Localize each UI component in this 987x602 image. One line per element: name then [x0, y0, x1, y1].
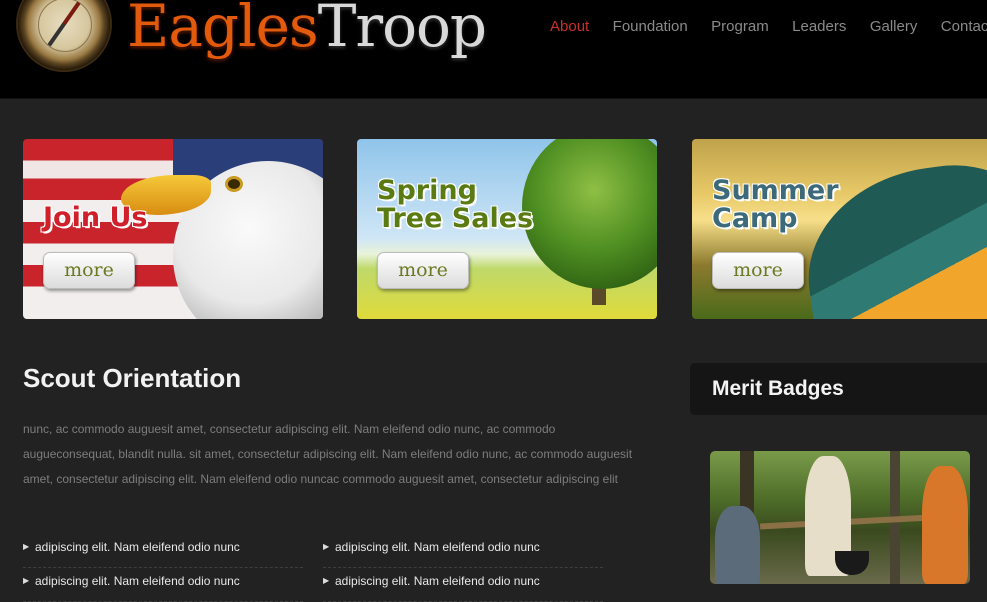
- nav-leaders[interactable]: Leaders: [792, 18, 846, 35]
- more-button[interactable]: more: [377, 252, 469, 289]
- banner-spring-tree-sales[interactable]: Spring Tree Sales more: [357, 139, 657, 319]
- link-list-right: ▶ adipiscing elit. Nam eleifend odio nunc…: [323, 534, 603, 602]
- nav-about[interactable]: About: [550, 18, 589, 35]
- list-item-label: adipiscing elit. Nam eleifend odio nunc: [35, 540, 240, 554]
- list-item[interactable]: ▶ adipiscing elit. Nam eleifend odio nunc: [323, 534, 603, 568]
- eagle-eye: [228, 179, 240, 189]
- sidebar-heading: Merit Badges: [712, 377, 844, 400]
- compass-logo-icon: [18, 0, 110, 70]
- merit-badges-photo[interactable]: [710, 451, 970, 584]
- more-button[interactable]: more: [712, 252, 804, 289]
- banner-join-us[interactable]: Join Us more: [23, 139, 323, 319]
- nav-program[interactable]: Program: [711, 18, 769, 35]
- more-button[interactable]: more: [43, 252, 135, 289]
- logo-word-eagles: Eagles: [127, 0, 319, 60]
- site-header: EaglesTroop About Foundation Program Lea…: [0, 0, 987, 99]
- photo-cooking-pot: [835, 551, 869, 575]
- site-logo[interactable]: EaglesTroop: [127, 0, 487, 60]
- bullet-arrow-icon: ▶: [323, 576, 330, 585]
- section-paragraph: nunc, ac commodo auguesit amet, consecte…: [23, 422, 633, 486]
- section-heading: Scout Orientation: [23, 363, 242, 393]
- list-item[interactable]: ▶ adipiscing elit. Nam eleifend odio nunc: [23, 534, 303, 568]
- banner-title: Join Us: [43, 202, 148, 233]
- list-item[interactable]: ▶ adipiscing elit. Nam eleifend odio nunc: [323, 568, 603, 602]
- link-list-left: ▶ adipiscing elit. Nam eleifend odio nunc…: [23, 534, 303, 602]
- list-item-label: adipiscing elit. Nam eleifend odio nunc: [335, 574, 540, 588]
- bullet-arrow-icon: ▶: [23, 576, 30, 585]
- merit-badges-header: Merit Badges: [690, 363, 987, 415]
- list-item-label: adipiscing elit. Nam eleifend odio nunc: [35, 574, 240, 588]
- list-item-label: adipiscing elit. Nam eleifend odio nunc: [335, 540, 540, 554]
- bullet-arrow-icon: ▶: [323, 542, 330, 551]
- tree-image: [522, 139, 657, 289]
- bullet-arrow-icon: ▶: [23, 542, 30, 551]
- banner-title: Spring Tree Sales: [377, 175, 534, 234]
- nav-contacts[interactable]: Contacts: [941, 18, 987, 35]
- nav-gallery[interactable]: Gallery: [870, 18, 918, 35]
- main-nav: About Foundation Program Leaders Gallery…: [550, 18, 987, 36]
- banner-title: Summer Camp: [712, 175, 839, 234]
- logo-word-troop: Troop: [317, 0, 487, 60]
- nav-foundation[interactable]: Foundation: [613, 18, 688, 35]
- list-item[interactable]: ▶ adipiscing elit. Nam eleifend odio nunc: [23, 568, 303, 602]
- photo-scout: [922, 466, 968, 584]
- photo-scout: [715, 506, 760, 584]
- banner-summer-camp[interactable]: Summer Camp more: [692, 139, 987, 319]
